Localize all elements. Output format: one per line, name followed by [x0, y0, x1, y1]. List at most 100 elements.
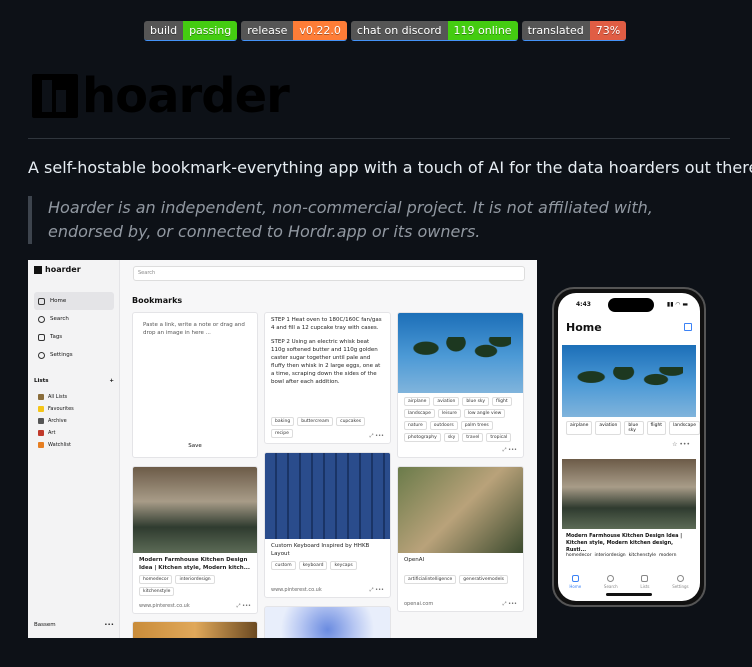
- tag[interactable]: blue sky: [624, 421, 644, 435]
- edit-icon[interactable]: [684, 323, 692, 331]
- tag[interactable]: generativemodels: [459, 575, 508, 584]
- tab-label: Home: [569, 584, 582, 589]
- tag[interactable]: landscape: [404, 409, 435, 418]
- add-list-button[interactable]: +: [109, 378, 114, 384]
- sidebar-item-home[interactable]: Home: [34, 292, 114, 310]
- sidebar: hoarder Home Search Tags Settings Lists …: [28, 260, 120, 638]
- tag[interactable]: custom: [271, 561, 296, 570]
- tag[interactable]: flight: [646, 421, 667, 435]
- card-menu-icon[interactable]: •••: [679, 441, 690, 448]
- tag[interactable]: tropical: [486, 433, 512, 442]
- palm-trees-image[interactable]: [562, 345, 696, 417]
- tag[interactable]: kitchenstyle: [629, 553, 656, 558]
- tag[interactable]: keycaps: [330, 561, 357, 570]
- star-icon[interactable]: ☆: [672, 441, 677, 448]
- new-bookmark-card[interactable]: Paste a link, write a note or drag and d…: [132, 312, 258, 458]
- tag[interactable]: aviation: [433, 397, 460, 406]
- tag[interactable]: low angle view: [463, 409, 506, 418]
- tab-lists[interactable]: Lists: [640, 575, 649, 589]
- tag[interactable]: travel: [462, 433, 484, 442]
- tag[interactable]: blue sky: [462, 397, 490, 406]
- sidebar-item-tags[interactable]: Tags: [34, 328, 114, 346]
- tag[interactable]: airplane: [566, 421, 593, 435]
- tag[interactable]: nature: [404, 421, 427, 430]
- tab-search[interactable]: Search: [604, 575, 618, 589]
- tag-list: artificialintelligence generativemodels: [398, 567, 523, 584]
- tag[interactable]: outdoors: [429, 421, 458, 430]
- tag[interactable]: baking: [271, 417, 295, 426]
- bookmark-card[interactable]: [132, 621, 258, 638]
- tag[interactable]: leisure: [437, 409, 461, 418]
- tag[interactable]: palm trees: [460, 421, 493, 430]
- search-input[interactable]: Search: [133, 266, 525, 281]
- bookmark-card[interactable]: Custom Keyboard Inspired by HHKB Layout …: [264, 452, 391, 598]
- card-actions: ☆ •••: [672, 441, 690, 448]
- badge-label: release: [241, 21, 294, 40]
- tag-list: custom keyboard keycaps: [265, 561, 390, 570]
- list-item[interactable]: Favourites: [38, 403, 74, 415]
- tag[interactable]: homedecor: [139, 575, 173, 584]
- bookmark-title[interactable]: OpenAI: [398, 553, 523, 567]
- expand-icon[interactable]: ⤢: [503, 447, 507, 453]
- status-icons: ▮▮ ◠ ▬: [666, 301, 688, 308]
- bookmark-card[interactable]: airplane aviation blue sky flight landsc…: [397, 312, 524, 458]
- sidebar-item-search[interactable]: Search: [34, 310, 114, 328]
- tag-list: homedecor interiordesign kitchenstyle mo…: [566, 553, 676, 558]
- tag[interactable]: cupcakes: [336, 417, 366, 426]
- home-icon: [571, 575, 579, 582]
- tag[interactable]: modern: [659, 553, 676, 558]
- bookmark-title[interactable]: Modern Farmhouse Kitchen Design Idea | K…: [566, 533, 694, 554]
- list-item[interactable]: Art: [38, 427, 74, 439]
- tag[interactable]: airplane: [404, 397, 431, 406]
- bookmark-domain[interactable]: openai.com: [404, 601, 433, 607]
- bookmark-domain[interactable]: www.pinterest.co.uk: [139, 603, 190, 609]
- card-menu-icon[interactable]: •••: [508, 447, 517, 453]
- tab-settings[interactable]: Settings: [672, 575, 689, 589]
- card-menu-icon[interactable]: •••: [375, 433, 384, 439]
- list-item[interactable]: Archive: [38, 415, 74, 427]
- list-item[interactable]: Watchlist: [38, 439, 74, 451]
- card-menu-icon[interactable]: •••: [508, 601, 517, 607]
- tag[interactable]: keyboard: [298, 561, 328, 570]
- expand-icon[interactable]: ⤢: [370, 433, 374, 439]
- tag[interactable]: aviation: [595, 421, 622, 435]
- tag[interactable]: landscape: [669, 421, 700, 435]
- tag[interactable]: artificialintelligence: [404, 575, 457, 584]
- note-card[interactable]: STEP 1 Heat oven to 180C/160C fan/gas 4 …: [264, 312, 391, 444]
- list-item[interactable]: All Lists: [38, 391, 74, 403]
- bookmark-card[interactable]: Modern Farmhouse Kitchen Design Idea | K…: [132, 466, 258, 614]
- tag[interactable]: kitchenstyle: [139, 587, 175, 596]
- list-label: All Lists: [48, 394, 68, 400]
- bookmark-card[interactable]: [264, 606, 391, 638]
- card-menu-icon[interactable]: •••: [242, 603, 251, 609]
- bookmark-title[interactable]: Custom Keyboard Inspired by HHKB Layout: [265, 539, 390, 561]
- tab-home[interactable]: Home: [569, 575, 581, 589]
- tag[interactable]: flight: [492, 397, 512, 406]
- expand-icon[interactable]: ⤢: [503, 601, 507, 607]
- build-badge[interactable]: build passing: [144, 21, 238, 41]
- app-logo[interactable]: hoarder: [34, 265, 81, 274]
- bookmark-domain[interactable]: www.pinterest.co.uk: [271, 587, 322, 593]
- bookmark-title[interactable]: Modern Farmhouse Kitchen Design Idea | K…: [133, 553, 257, 575]
- tag[interactable]: interiordesign: [175, 575, 215, 584]
- tag[interactable]: photography: [404, 433, 441, 442]
- save-button[interactable]: Save: [133, 443, 257, 449]
- expand-icon[interactable]: ⤢: [370, 587, 374, 593]
- new-bookmark-input[interactable]: Paste a link, write a note or drag and d…: [133, 313, 257, 340]
- translated-badge[interactable]: translated 73%: [521, 21, 627, 41]
- tag[interactable]: buttercream: [297, 417, 334, 426]
- release-badge[interactable]: release v0.22.0: [241, 21, 347, 41]
- tag[interactable]: homedecor: [566, 553, 591, 558]
- tab-label: Settings: [672, 584, 689, 589]
- user-menu-icon[interactable]: •••: [104, 622, 114, 628]
- expand-icon[interactable]: ⤢: [237, 603, 241, 609]
- badge-label: translated: [521, 21, 590, 40]
- sidebar-item-settings[interactable]: Settings: [34, 346, 114, 364]
- bookmark-card[interactable]: OpenAI artificialintelligence generative…: [397, 466, 524, 612]
- tag[interactable]: sky: [443, 433, 460, 442]
- discord-badge[interactable]: chat on discord 119 online: [350, 21, 518, 41]
- card-menu-icon[interactable]: •••: [375, 587, 384, 593]
- kitchen-image[interactable]: [562, 459, 696, 529]
- user-footer[interactable]: Bassem •••: [34, 622, 114, 628]
- tag[interactable]: interiordesign: [594, 553, 625, 558]
